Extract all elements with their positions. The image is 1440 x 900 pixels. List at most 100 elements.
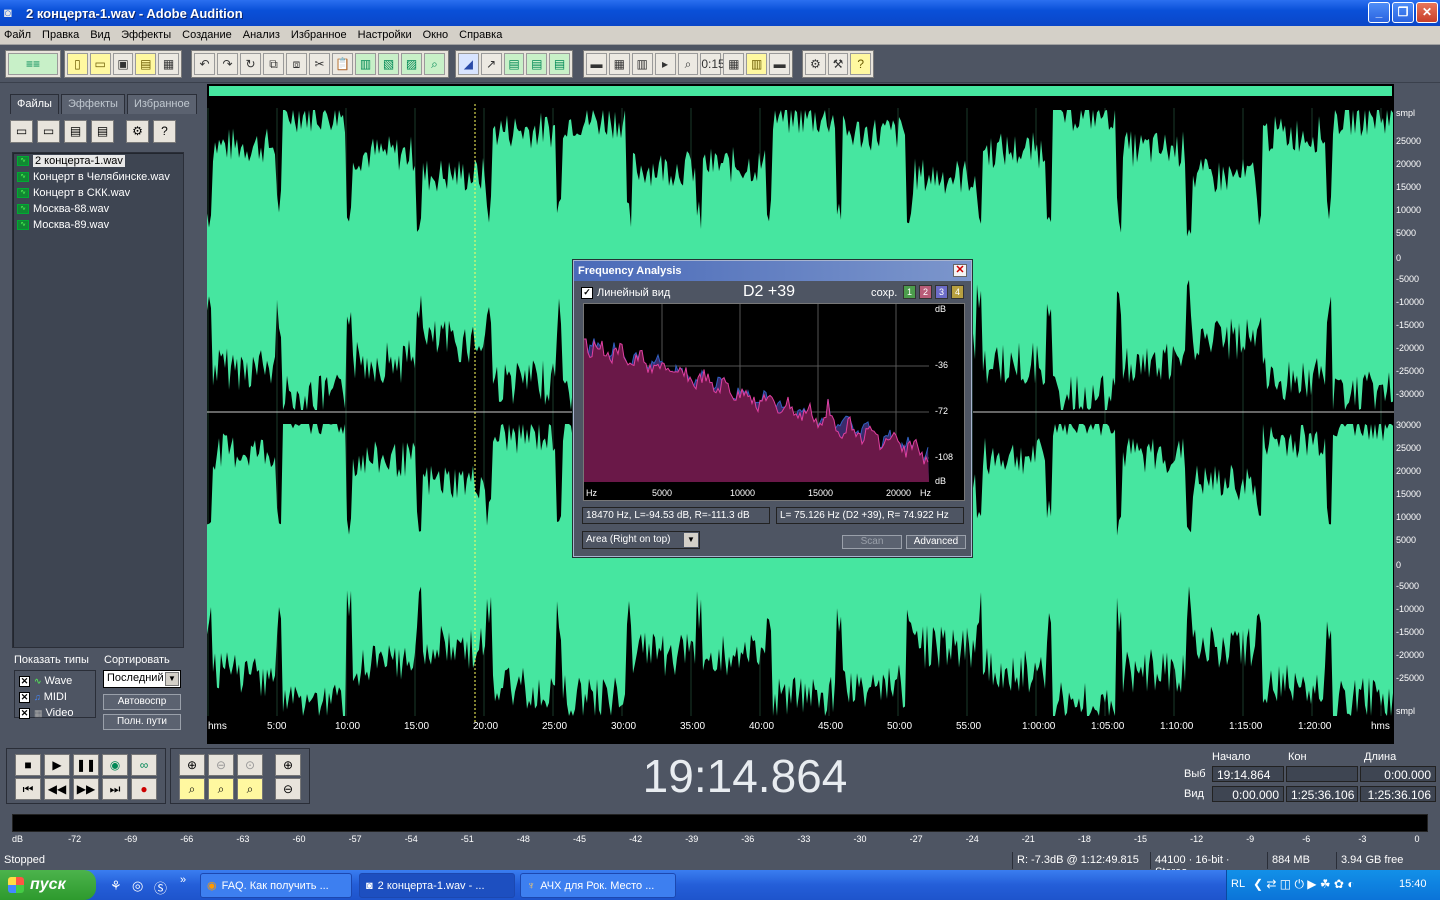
- browser-quick-launch-icon[interactable]: ◎: [132, 878, 143, 894]
- time-ruler[interactable]: hms 5:00 10:00 15:00 20:00 25:00 30:00 3…: [207, 718, 1394, 734]
- spectrum-graph[interactable]: dB -36 -72 -108 dB Hz 5000 10000 15000 20000 Hz: [583, 303, 965, 501]
- close-file-icon[interactable]: ▤: [64, 120, 87, 143]
- repeat-icon[interactable]: ↻: [240, 53, 261, 75]
- zoom-out-horizontal-icon[interactable]: ⊖: [208, 754, 234, 776]
- close-button[interactable]: ✕: [1416, 2, 1438, 23]
- chevron-down-icon[interactable]: ▼: [684, 533, 698, 547]
- markers-icon[interactable]: ▥: [746, 53, 768, 75]
- wave-checkbox[interactable]: ✕: [19, 675, 30, 687]
- video-checkbox[interactable]: ✕: [19, 707, 30, 719]
- zoom-full-icon[interactable]: ⊙: [237, 754, 263, 776]
- menu-file[interactable]: Файл: [4, 29, 31, 41]
- save-all-icon[interactable]: ▤: [135, 53, 157, 75]
- spectral-view-icon[interactable]: ▦: [608, 53, 630, 75]
- advanced-button[interactable]: Advanced: [906, 535, 966, 549]
- zoom-out-vertical-icon[interactable]: ⊖: [275, 778, 301, 800]
- cut-icon[interactable]: ✂: [309, 53, 330, 75]
- restore-button[interactable]: ❐: [1392, 2, 1414, 23]
- frequency-analysis-title-bar[interactable]: Frequency Analysis ✕: [574, 261, 971, 281]
- memory-button-4[interactable]: 4: [951, 285, 964, 299]
- selection-length-field[interactable]: 0:00.000: [1360, 766, 1436, 782]
- list-item[interactable]: ∿ 2 концерта-1.wav: [13, 153, 183, 169]
- autoplay-button[interactable]: Автовоспр: [103, 694, 181, 710]
- quick-launch-icon[interactable]: ⚘: [110, 878, 122, 894]
- zoom-left-icon[interactable]: ⌕: [208, 778, 234, 800]
- time-format-icon[interactable]: 0:15: [700, 53, 725, 75]
- settings-icon[interactable]: ⚙: [805, 53, 826, 75]
- import-icon[interactable]: ▭: [37, 120, 60, 143]
- full-paths-button[interactable]: Полн. пути: [103, 714, 181, 730]
- mix-paste-icon[interactable]: ▧: [378, 53, 399, 75]
- save-selection-icon[interactable]: ▦: [158, 53, 179, 75]
- skype-quick-launch-icon[interactable]: Ⓢ: [154, 878, 167, 897]
- menu-analyze[interactable]: Анализ: [243, 29, 280, 41]
- record-icon[interactable]: ●: [131, 778, 157, 800]
- save-icon[interactable]: ▣: [112, 53, 134, 75]
- trim-icon[interactable]: ▨: [401, 53, 422, 75]
- memory-button-1[interactable]: 1: [903, 285, 916, 299]
- pan-view-icon[interactable]: ▥: [631, 53, 653, 75]
- quick-launch-more-icon[interactable]: »: [180, 874, 186, 886]
- menu-view[interactable]: Вид: [90, 29, 110, 41]
- help-icon[interactable]: ?: [850, 53, 872, 75]
- play-icon[interactable]: ▶: [44, 754, 70, 776]
- list-item[interactable]: ∿ Концерт в СКК.wav: [13, 185, 183, 201]
- view-end-field[interactable]: 1:25:36.106: [1286, 786, 1358, 802]
- redo-icon[interactable]: ↷: [217, 53, 238, 75]
- panel-help-icon[interactable]: ?: [153, 120, 176, 143]
- menu-help[interactable]: Справка: [459, 29, 502, 41]
- selection-end-field[interactable]: [1286, 766, 1358, 782]
- zoom-selection-icon[interactable]: ⌕: [179, 778, 205, 800]
- spectrum-canvas[interactable]: dB -36 -72 -108 dB Hz 5000 10000 15000 20000 Hz: [584, 304, 964, 500]
- find-icon[interactable]: ⌕: [424, 53, 445, 75]
- spectral-icon[interactable]: ▤: [503, 53, 525, 75]
- stop-icon[interactable]: ■: [15, 754, 41, 776]
- list-item[interactable]: ∿ Москва-88.wav: [13, 201, 183, 217]
- menu-favorites[interactable]: Избранное: [291, 29, 347, 41]
- view-length-field[interactable]: 1:25:36.106: [1360, 786, 1436, 802]
- cursor-tool-icon[interactable]: ▸: [654, 53, 676, 75]
- loop-icon[interactable]: ∞: [131, 754, 157, 776]
- list-item[interactable]: ∿ Москва-89.wav: [13, 217, 183, 233]
- start-button[interactable]: пуск: [0, 870, 96, 900]
- open-file-icon[interactable]: ▭: [89, 53, 111, 75]
- waveform-view-icon[interactable]: ▬: [586, 53, 607, 75]
- envelope-icon[interactable]: ◢: [458, 53, 479, 75]
- list-item[interactable]: ∿ Концерт в Челябинске.wav: [13, 169, 183, 185]
- zoom-in-vertical-icon[interactable]: ⊕: [275, 754, 301, 776]
- tray-icons[interactable]: ❮ ⇄ ◫ ⏻ ▶ ☘ ✿ ◐: [1253, 877, 1355, 892]
- menu-options[interactable]: Настройки: [358, 29, 412, 41]
- zoom-in-horizontal-icon[interactable]: ⊕: [179, 754, 205, 776]
- tab-effects[interactable]: Эффекты: [60, 94, 125, 114]
- close-icon[interactable]: ✕: [953, 264, 967, 277]
- paste-new-icon[interactable]: ▥: [355, 53, 376, 75]
- tab-favorites[interactable]: Избранное: [126, 94, 197, 114]
- linear-view-checkbox[interactable]: ✓: [581, 287, 593, 299]
- display-mode-select[interactable]: Area (Right on top) ▼: [582, 531, 700, 549]
- pause-icon[interactable]: ❚❚: [73, 754, 99, 776]
- open-folder-icon[interactable]: ▭: [10, 120, 33, 143]
- grid-icon[interactable]: ▦: [723, 53, 745, 75]
- copy-icon[interactable]: ⧉: [263, 53, 284, 75]
- chevron-down-icon[interactable]: ▼: [165, 672, 179, 686]
- info-icon[interactable]: ▬: [769, 53, 790, 75]
- go-to-start-icon[interactable]: ⏮: [15, 778, 41, 800]
- noise-icon[interactable]: ▤: [549, 53, 570, 75]
- fast-forward-icon[interactable]: ▶▶: [73, 778, 99, 800]
- rewind-icon[interactable]: ◀◀: [44, 778, 70, 800]
- midi-checkbox[interactable]: ✕: [19, 691, 30, 703]
- language-indicator[interactable]: RL: [1231, 878, 1245, 890]
- paste-icon[interactable]: 📋: [332, 53, 353, 75]
- tab-files[interactable]: Файлы: [10, 94, 59, 114]
- device-icon[interactable]: ⚒: [827, 53, 849, 75]
- stretch-icon[interactable]: ↗: [480, 53, 502, 75]
- play-to-end-icon[interactable]: ◉: [102, 754, 128, 776]
- menu-generate[interactable]: Создание: [182, 29, 232, 41]
- normalize-icon[interactable]: ▤: [526, 53, 548, 75]
- sort-select[interactable]: Последний ▼: [103, 670, 181, 688]
- go-to-end-icon[interactable]: ⏭: [102, 778, 128, 800]
- taskbar-item-firefox[interactable]: ◉ FAQ. Как получить ...: [200, 873, 352, 898]
- undo-icon[interactable]: ↶: [194, 53, 215, 75]
- menu-effects[interactable]: Эффекты: [121, 29, 171, 41]
- selection-start-field[interactable]: 19:14.864: [1212, 766, 1284, 782]
